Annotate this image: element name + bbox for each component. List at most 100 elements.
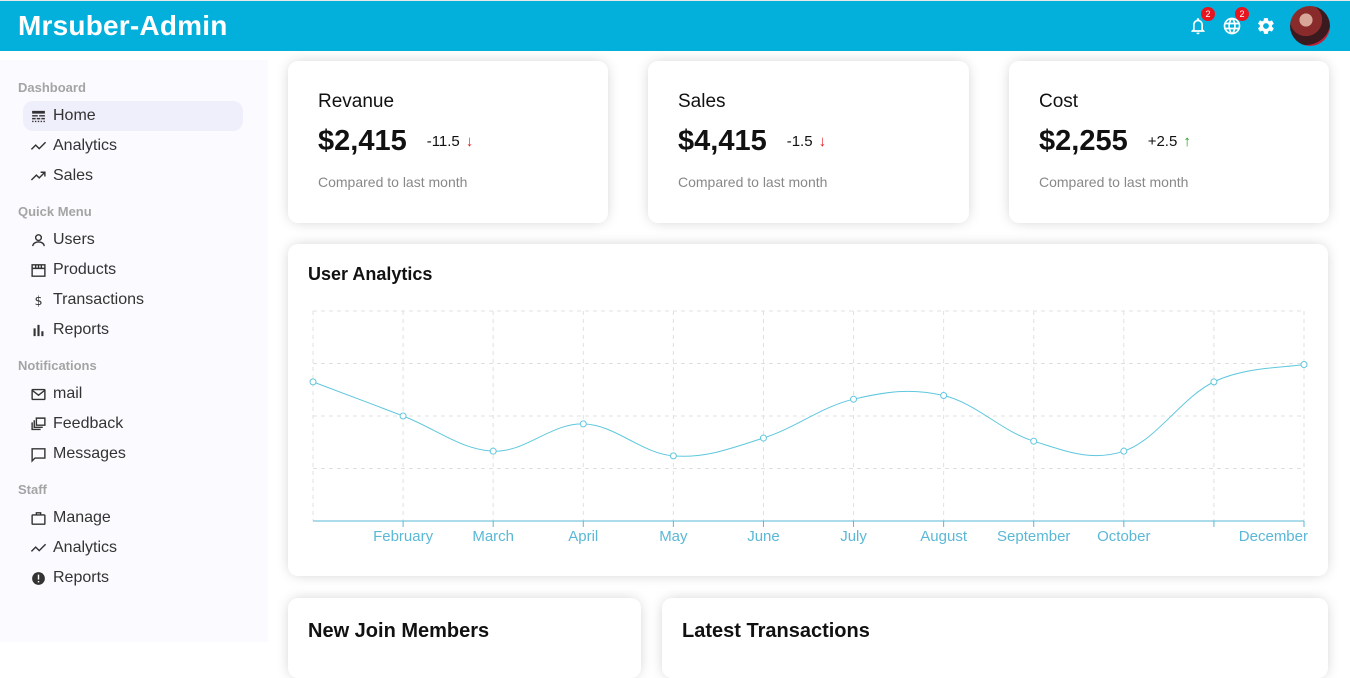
data-point (579, 420, 587, 428)
x-axis-tick-label: October (1097, 528, 1150, 545)
sidebar-item-label: Analytics (53, 539, 118, 556)
featured-row: $2,415 -11.5 ↓ (318, 125, 578, 158)
sidebar-item-label: Reports (53, 569, 110, 586)
sidebar: Dashboard Home Analytics Sales Quick Men… (0, 60, 268, 642)
featured-sub: Compared to last month (678, 174, 828, 190)
featured-money: $2,255 (1039, 125, 1128, 157)
featured-row: $4,415 -1.5 ↓ (678, 125, 939, 158)
featured-card-sales: Sales $4,415 -1.5 ↓ Compared to last mon… (648, 61, 969, 223)
timeline-icon (29, 137, 47, 155)
sidebar-item-products[interactable]: Products (23, 255, 243, 285)
data-point (399, 412, 407, 420)
report-icon (29, 569, 47, 587)
data-point (309, 378, 317, 386)
new-members-title: New Join Members (308, 620, 490, 642)
arrow-down-icon: ↓ (465, 133, 474, 150)
featured-sub: Compared to last month (318, 174, 468, 190)
sidebar-item-label: Reports (53, 321, 110, 338)
featured-sub: Compared to last month (1039, 174, 1189, 190)
sidebar-item-label: Home (53, 107, 96, 124)
x-axis-tick-label: June (747, 528, 780, 545)
featured-card-cost: Cost $2,255 +2.5 ↑ Compared to last mont… (1009, 61, 1329, 223)
settings-button[interactable] (1255, 15, 1277, 37)
data-point (759, 434, 767, 442)
sidebar-item-users[interactable]: Users (23, 225, 243, 255)
data-point (850, 395, 858, 403)
sidebar-section-title: Dashboard (18, 80, 86, 95)
dynamic-feed-icon (29, 415, 47, 433)
sidebar-item-sales[interactable]: Sales (23, 161, 243, 191)
sidebar-item-feedback[interactable]: Feedback (23, 409, 243, 439)
topbar-actions: 2 2 (1187, 6, 1330, 46)
featured-rate-value: -11.5 (426, 133, 460, 150)
x-axis-tick-label: May (659, 528, 688, 545)
x-axis-tick-label: July (840, 528, 867, 545)
language-button[interactable]: 2 (1221, 7, 1249, 37)
sidebar-item-home[interactable]: Home (23, 101, 243, 131)
notifications-button[interactable]: 2 (1187, 7, 1215, 37)
new-members-card: New Join Members (288, 598, 641, 678)
sidebar-section-quick-menu: Quick Menu Users Products $ Transactions… (18, 204, 243, 345)
sidebar-item-mail[interactable]: mail (23, 379, 243, 409)
arrow-down-icon: ↓ (818, 133, 827, 150)
dollar-icon: $ (29, 291, 47, 309)
x-axis-tick-label: February (373, 528, 434, 545)
sidebar-item-label: mail (53, 385, 83, 402)
briefcase-icon (29, 509, 47, 527)
svg-text:$: $ (34, 293, 42, 308)
chat-icon (29, 445, 47, 463)
sidebar-section-staff: Staff Manage Analytics Reports (18, 482, 243, 593)
data-point (1210, 378, 1218, 386)
sidebar-section-dashboard: Dashboard Home Analytics Sales (18, 80, 243, 191)
x-axis-tick-label: December (1239, 528, 1308, 545)
x-axis-tick-label: September (997, 528, 1070, 545)
featured-rate-value: +2.5 (1147, 133, 1178, 150)
data-point (489, 447, 497, 455)
data-point (1300, 361, 1308, 369)
app-logo[interactable]: Mrsuber-Admin (18, 10, 228, 42)
sidebar-item-reports[interactable]: Reports (23, 315, 243, 345)
featured-rate: +2.5 ↑ (1148, 133, 1191, 150)
featured-row: $2,255 +2.5 ↑ (1039, 125, 1299, 158)
sidebar-item-staff-reports[interactable]: Reports (23, 563, 243, 593)
sidebar-section-title: Notifications (18, 358, 97, 373)
featured-money: $2,415 (318, 125, 407, 157)
sidebar-item-staff-analytics[interactable]: Analytics (23, 533, 243, 563)
data-point (940, 392, 948, 400)
sidebar-item-messages[interactable]: Messages (23, 439, 243, 469)
sidebar-item-label: Products (53, 261, 117, 278)
x-axis-tick-label: March (472, 528, 514, 545)
data-point (1120, 447, 1128, 455)
x-axis-tick-label: April (568, 528, 598, 545)
timeline-icon (29, 539, 47, 557)
sidebar-item-analytics[interactable]: Analytics (23, 131, 243, 161)
sidebar-item-transactions[interactable]: $ Transactions (23, 285, 243, 315)
x-axis-tick-label: August (920, 528, 968, 545)
user-icon (29, 231, 47, 249)
bar-chart-icon (29, 321, 47, 339)
sidebar-item-label: Sales (53, 167, 94, 184)
featured-title: Cost (1039, 91, 1079, 112)
gear-icon (1258, 18, 1274, 34)
sidebar-item-label: Manage (53, 509, 111, 526)
line-style-icon (29, 107, 47, 125)
topbar: Mrsuber-Admin 2 2 (0, 0, 1350, 51)
language-badge: 2 (1235, 7, 1249, 21)
notifications-badge: 2 (1201, 7, 1215, 21)
featured-rate-value: -1.5 (786, 133, 813, 150)
avatar[interactable] (1290, 6, 1330, 46)
featured-title: Revanue (318, 91, 395, 112)
latest-transactions-title: Latest Transactions (682, 620, 870, 642)
sidebar-item-label: Analytics (53, 137, 118, 154)
featured-card-revenue: Revanue $2,415 -11.5 ↓ Compared to last … (288, 61, 608, 223)
chart-title: User Analytics (308, 264, 433, 284)
latest-transactions-card: Latest Transactions (662, 598, 1328, 678)
featured-title: Sales (678, 91, 726, 112)
sidebar-item-manage[interactable]: Manage (23, 503, 243, 533)
arrow-up-icon: ↑ (1183, 133, 1191, 150)
sidebar-item-label: Feedback (53, 415, 124, 432)
data-point (669, 452, 677, 460)
featured-rate: -1.5 ↓ (787, 133, 826, 150)
sidebar-section-notifications: Notifications mail Feedback Messages (18, 358, 243, 469)
data-point (1030, 437, 1038, 445)
